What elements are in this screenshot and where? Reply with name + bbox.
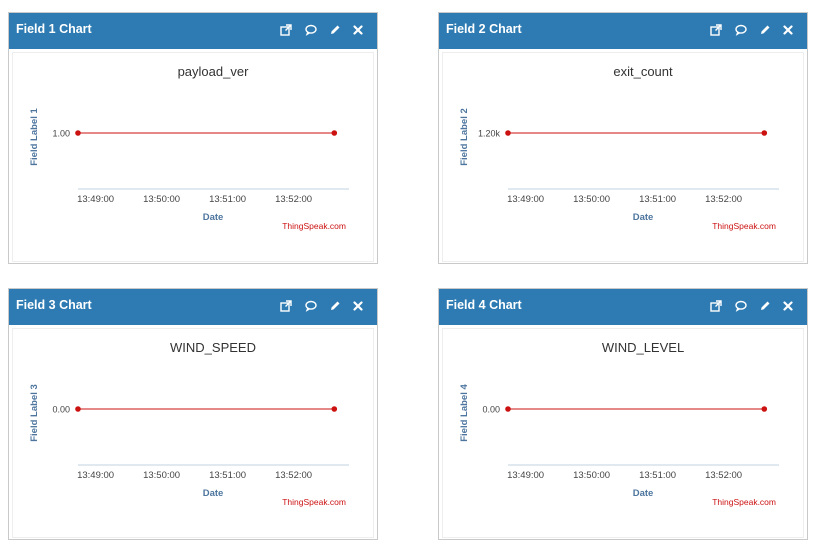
x-tick-label: 13:52:00 (275, 470, 312, 481)
credit-link: ThingSpeak.com (712, 221, 776, 231)
y-axis-label: Field Label 1 (29, 108, 40, 166)
y-tick-label: 0.00 (482, 405, 500, 415)
external-link-icon[interactable] (707, 297, 725, 315)
comment-icon[interactable] (302, 297, 320, 315)
data-point (75, 130, 81, 136)
panel-header: Field 3 Chart (9, 289, 377, 325)
data-point (505, 130, 511, 136)
data-point (75, 406, 81, 412)
pencil-icon[interactable] (756, 21, 774, 39)
pencil-icon[interactable] (326, 21, 344, 39)
chart-area: WIND_LEVEL Field Label 4 13:49:00 13:50:00 1… (442, 328, 804, 538)
chart-area: WIND_SPEED Field Label 3 13:49:00 13:50:00 1… (12, 328, 374, 538)
panel-header: Field 4 Chart (439, 289, 807, 325)
x-tick-label: 13:52:00 (705, 470, 742, 481)
panel-header: Field 2 Chart (439, 13, 807, 49)
x-tick-label: 13:50:00 (573, 194, 610, 205)
x-tick-label: 13:49:00 (507, 470, 544, 481)
chart-area: payload_ver Field Label 1 13:49:00 13:50:00… (12, 52, 374, 262)
x-tick-label: 13:51:00 (209, 470, 246, 481)
close-icon[interactable] (779, 21, 797, 39)
field-3-chart-panel: Field 3 Chart WIND_SPEED Field Label 3 13:… (8, 288, 378, 540)
close-icon[interactable] (779, 297, 797, 315)
chart-area: exit_count Field Label 2 13:49:00 13:50:00 1… (442, 52, 804, 262)
x-tick-label: 13:49:00 (77, 194, 114, 205)
external-link-icon[interactable] (707, 21, 725, 39)
y-tick-label: 1.20k (478, 129, 501, 139)
y-tick-label: 0.00 (52, 405, 70, 415)
credit-link: ThingSpeak.com (282, 497, 346, 507)
data-point (331, 130, 338, 136)
y-axis-label: Field Label 3 (29, 384, 40, 442)
x-tick-label: 13:49:00 (507, 194, 544, 205)
line-chart: payload_ver Field Label 1 13:49:00 13:50:00… (29, 64, 349, 231)
line-chart: WIND_SPEED Field Label 3 13:49:00 13:50:00 1… (29, 340, 349, 507)
chart-title: WIND_LEVEL (602, 340, 684, 355)
chart-title: WIND_SPEED (170, 340, 256, 355)
chart-title: exit_count (613, 64, 673, 79)
x-tick-label: 13:51:00 (209, 194, 246, 205)
x-axis-label: Date (633, 488, 654, 499)
data-point (761, 130, 768, 136)
pencil-icon[interactable] (326, 297, 344, 315)
field-1-chart-panel: Field 1 Chart payload_ver Field Label 1 13… (8, 12, 378, 264)
panel-header: Field 1 Chart (9, 13, 377, 49)
x-tick-label: 13:50:00 (143, 470, 180, 481)
x-axis-label: Date (203, 488, 224, 499)
close-icon[interactable] (349, 21, 367, 39)
panel-title: Field 3 Chart (16, 298, 92, 312)
data-point (331, 406, 338, 412)
y-axis-label: Field Label 4 (459, 384, 470, 442)
comment-icon[interactable] (732, 297, 750, 315)
data-point (761, 406, 768, 412)
y-axis-label: Field Label 2 (459, 108, 470, 166)
field-4-chart-panel: Field 4 Chart WIND_LEVEL Field Label 4 13:… (438, 288, 808, 540)
credit-link: ThingSpeak.com (712, 497, 776, 507)
data-point (505, 406, 511, 412)
x-tick-label: 13:51:00 (639, 194, 676, 205)
line-chart: WIND_LEVEL Field Label 4 13:49:00 13:50:00 1… (459, 340, 779, 507)
close-icon[interactable] (349, 297, 367, 315)
field-2-chart-panel: Field 2 Chart exit_count Field Label 2 13:… (438, 12, 808, 264)
x-tick-label: 13:52:00 (275, 194, 312, 205)
x-axis-label: Date (203, 212, 224, 223)
external-link-icon[interactable] (277, 21, 295, 39)
panel-title: Field 2 Chart (446, 22, 522, 36)
x-tick-label: 13:51:00 (639, 470, 676, 481)
panel-title: Field 1 Chart (16, 22, 92, 36)
x-tick-label: 13:49:00 (77, 470, 114, 481)
chart-title: payload_ver (178, 64, 249, 79)
pencil-icon[interactable] (756, 297, 774, 315)
credit-link: ThingSpeak.com (282, 221, 346, 231)
comment-icon[interactable] (302, 21, 320, 39)
y-tick-label: 1.00 (52, 129, 70, 139)
comment-icon[interactable] (732, 21, 750, 39)
line-chart: exit_count Field Label 2 13:49:00 13:50:00 1… (459, 64, 779, 231)
x-tick-label: 13:50:00 (573, 470, 610, 481)
panel-title: Field 4 Chart (446, 298, 522, 312)
x-tick-label: 13:50:00 (143, 194, 180, 205)
x-axis-label: Date (633, 212, 654, 223)
external-link-icon[interactable] (277, 297, 295, 315)
x-tick-label: 13:52:00 (705, 194, 742, 205)
